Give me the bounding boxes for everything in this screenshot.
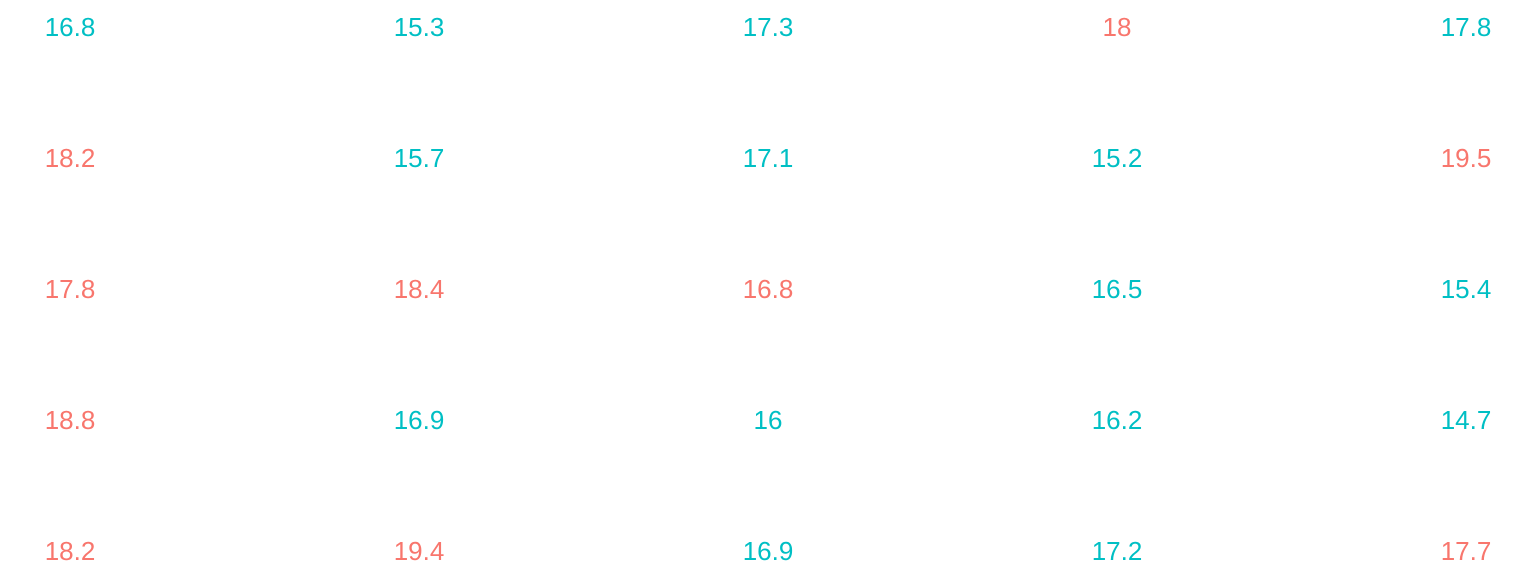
value-label: 15.3 [394, 12, 445, 42]
value-label: 18.2 [45, 536, 96, 566]
value-label: 18 [1103, 12, 1132, 42]
value-label: 18.4 [394, 274, 445, 304]
value-label: 15.2 [1092, 143, 1143, 173]
value-label: 16.9 [394, 405, 445, 435]
value-label: 17.8 [1441, 12, 1492, 42]
value-label: 19.5 [1441, 143, 1492, 173]
value-label: 16.9 [743, 536, 794, 566]
value-label: 17.7 [1441, 536, 1492, 566]
value-grid-chart: 16.8 15.3 17.3 18 17.8 18.2 15.7 17.1 15.2 19.5 17… [45, 12, 1492, 566]
value-label: 16.5 [1092, 274, 1143, 304]
value-label: 15.7 [394, 143, 445, 173]
value-label: 17.8 [45, 274, 96, 304]
value-label: 14.7 [1441, 405, 1492, 435]
value-label: 17.1 [743, 143, 794, 173]
value-label: 17.2 [1092, 536, 1143, 566]
value-label: 16 [754, 405, 783, 435]
value-label: 17.3 [743, 12, 794, 42]
value-label: 18.8 [45, 405, 96, 435]
value-grid-cells: 16.8 15.3 17.3 18 17.8 18.2 15.7 17.1 15.2 19.5 17… [45, 12, 1492, 566]
value-label: 19.4 [394, 536, 445, 566]
value-label: 16.8 [45, 12, 96, 42]
value-label: 16.8 [743, 274, 794, 304]
value-label: 18.2 [45, 143, 96, 173]
value-label: 16.2 [1092, 405, 1143, 435]
value-label: 15.4 [1441, 274, 1492, 304]
